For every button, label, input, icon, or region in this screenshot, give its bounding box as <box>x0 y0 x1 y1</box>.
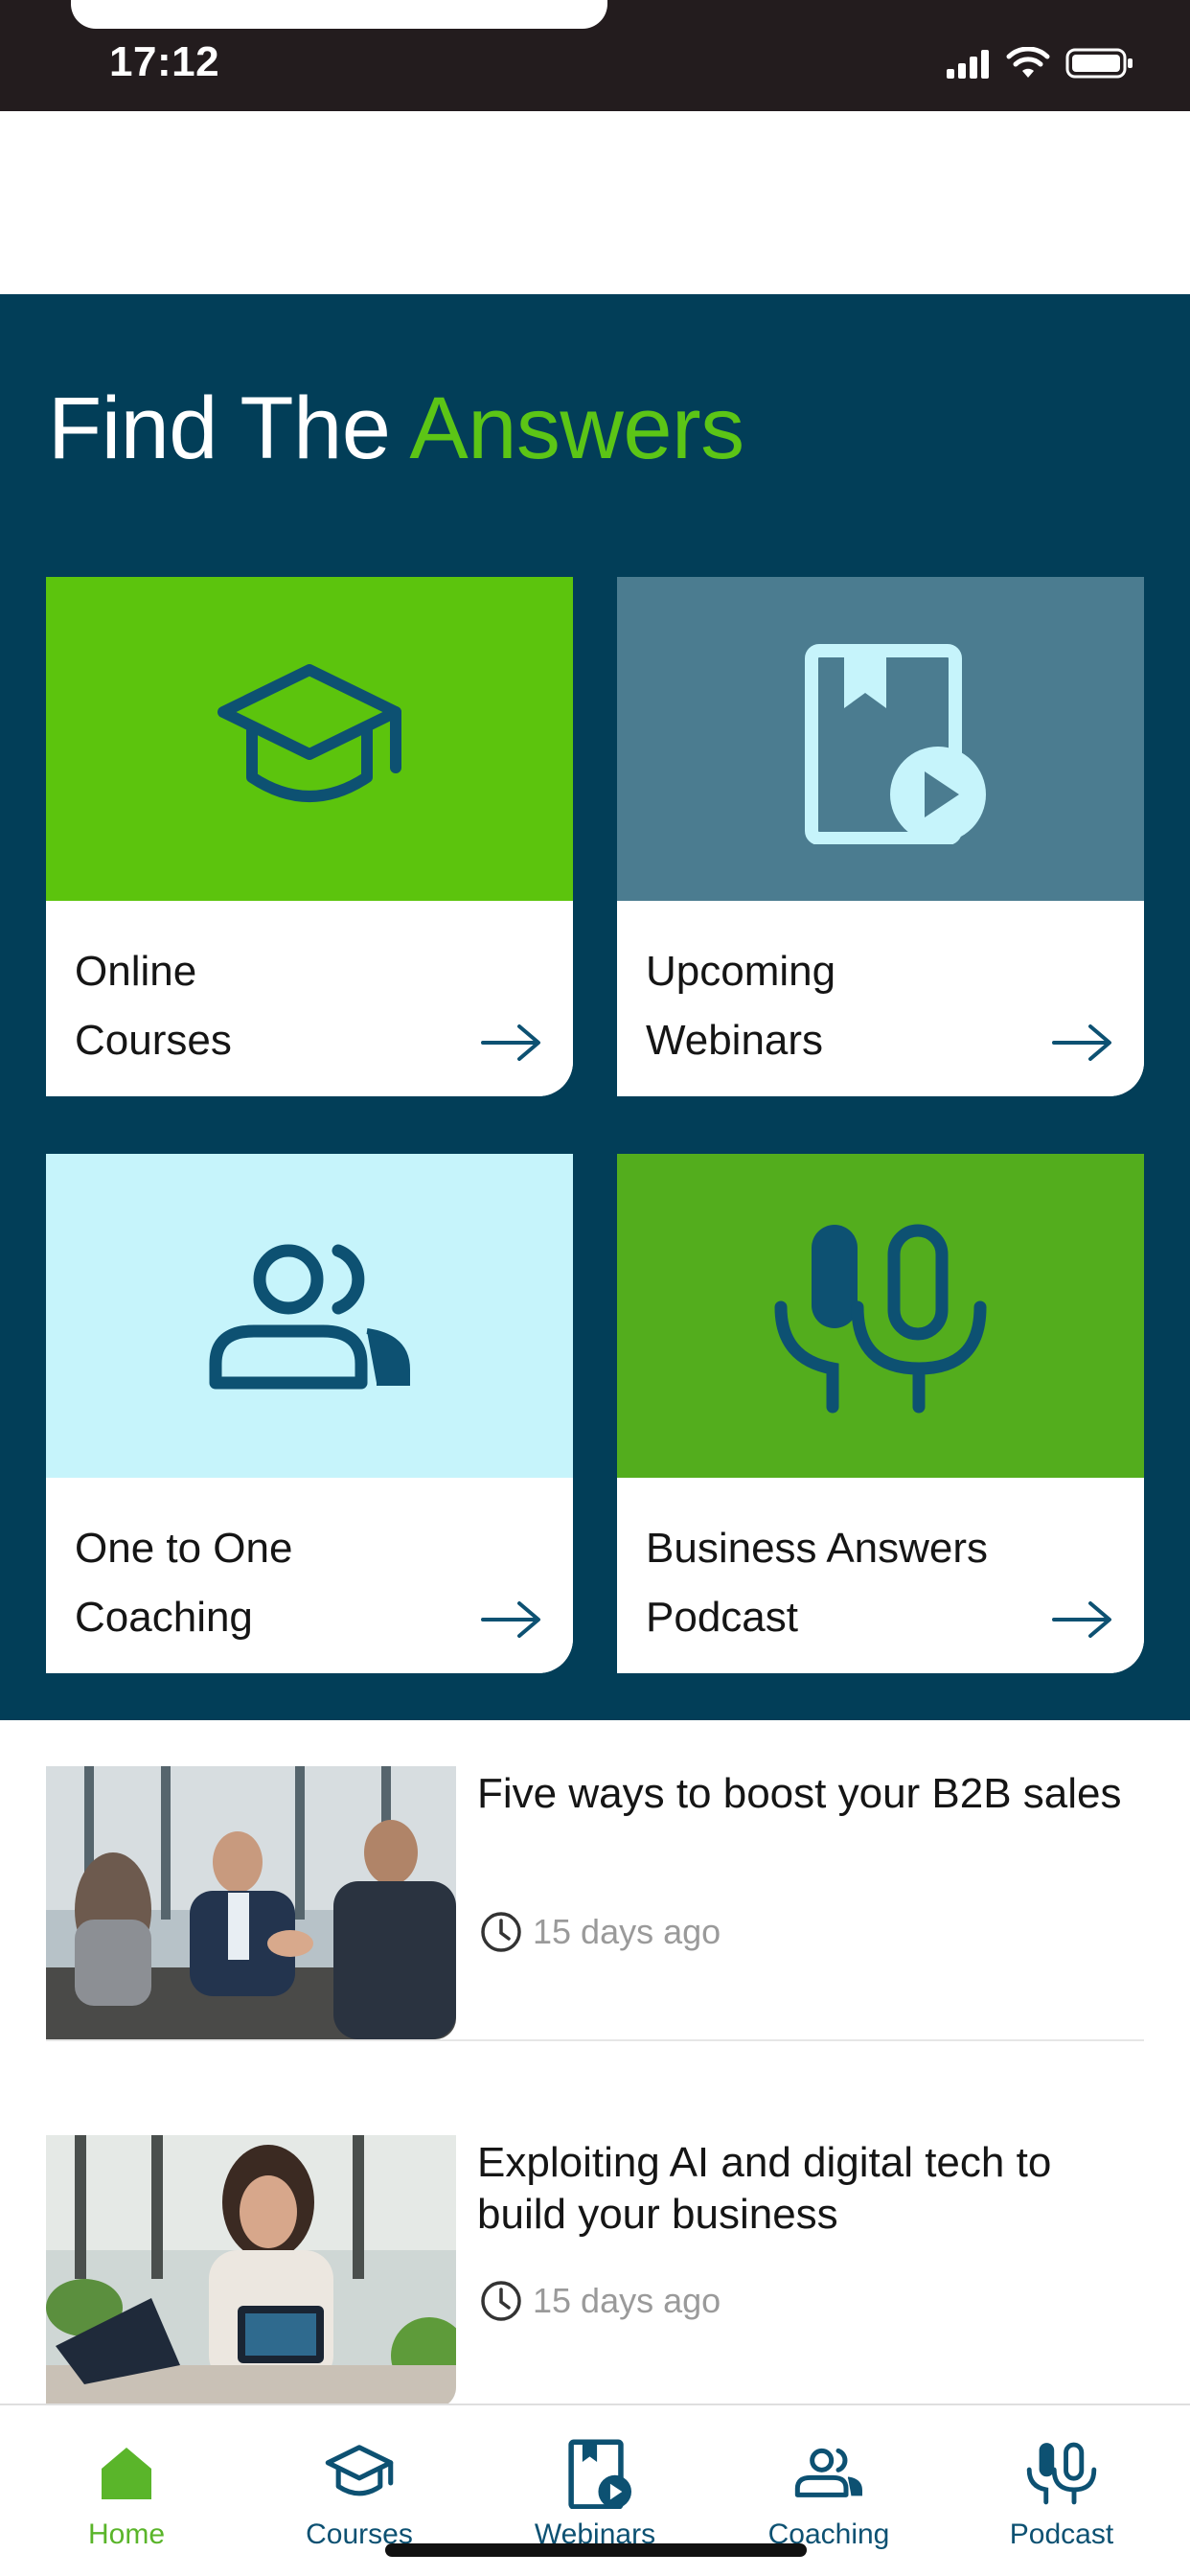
card-label: One to One Coaching <box>75 1525 293 1641</box>
card-label: Online Courses <box>75 948 232 1064</box>
card-icon-panel <box>46 1154 573 1478</box>
online-courses-card[interactable]: Online Courses <box>46 577 573 1096</box>
tab-label: Podcast <box>1009 2518 1114 2550</box>
status-bar: 17:12 <box>0 0 1190 111</box>
article-date: 15 days ago <box>533 2281 721 2320</box>
article-title: Five ways to boost your B2B sales <box>477 1770 1122 1817</box>
microphone-icon <box>1026 2442 1097 2505</box>
woman-laptop-tablet-photo <box>46 2135 456 2408</box>
battery-icon <box>1065 48 1133 79</box>
find-answers-section: Find The Answers Online Courses Upcoming… <box>0 294 1190 1720</box>
microphone-icon <box>774 1224 987 1414</box>
section-title: Find The Answers <box>48 379 744 479</box>
tab-home[interactable]: Home <box>31 2405 222 2576</box>
coaching-card[interactable]: One to One Coaching <box>46 1154 573 1673</box>
article-item[interactable]: Exploiting AI and digital tech to build … <box>46 2135 1144 2408</box>
title-accent-text: Answers <box>409 380 744 477</box>
article-item[interactable]: Five ways to boost your B2B sales 15 day… <box>46 1766 1144 2039</box>
card-label-panel: Upcoming Webinars <box>617 901 1144 1096</box>
home-indicator <box>385 2543 807 2557</box>
clock-icon <box>481 2281 521 2321</box>
card-icon-panel <box>617 577 1144 901</box>
card-label-panel: Business Answers Podcast <box>617 1478 1144 1673</box>
graduation-cap-icon <box>325 2445 394 2496</box>
divider <box>46 2039 1144 2041</box>
tab-podcast[interactable]: Podcast <box>966 2405 1157 2576</box>
title-text: Find The <box>48 380 410 477</box>
people-icon <box>794 2448 862 2497</box>
home-icon <box>102 2448 151 2499</box>
article-meta: 15 days ago <box>479 2279 721 2323</box>
card-label-panel: Online Courses <box>46 901 573 1096</box>
status-icons <box>947 44 1134 82</box>
clock-icon <box>481 1912 521 1952</box>
podcast-card[interactable]: Business Answers Podcast <box>617 1154 1144 1673</box>
card-label: Business Answers Podcast <box>646 1525 989 1641</box>
cellular-signal-icon <box>947 50 989 79</box>
graduation-cap-icon <box>217 664 401 802</box>
book-play-icon <box>568 2439 631 2509</box>
dynamic-island <box>71 0 607 29</box>
business-handshake-photo <box>46 1766 456 2039</box>
card-icon-panel <box>46 577 573 901</box>
upcoming-webinars-card[interactable]: Upcoming Webinars <box>617 577 1144 1096</box>
arrow-right-icon <box>481 1024 540 1061</box>
card-label: Upcoming Webinars <box>646 948 836 1064</box>
card-icon-panel <box>617 1154 1144 1478</box>
app-screen: 17:12 Find The Answers Online Courses Up… <box>0 0 1190 2576</box>
people-icon <box>209 1244 410 1390</box>
arrow-right-icon <box>1052 1024 1111 1061</box>
arrow-right-icon <box>481 1601 540 1638</box>
card-label-panel: One to One Coaching <box>46 1478 573 1673</box>
article-date: 15 days ago <box>533 1912 721 1951</box>
wifi-icon <box>1006 47 1050 78</box>
arrow-right-icon <box>1052 1601 1111 1638</box>
book-play-icon <box>805 644 986 844</box>
tab-label: Home <box>87 2518 166 2550</box>
article-title: Exploiting AI and digital tech to build … <box>477 2139 1052 2238</box>
article-meta: 15 days ago <box>479 1910 721 1954</box>
status-time: 17:12 <box>109 38 220 85</box>
